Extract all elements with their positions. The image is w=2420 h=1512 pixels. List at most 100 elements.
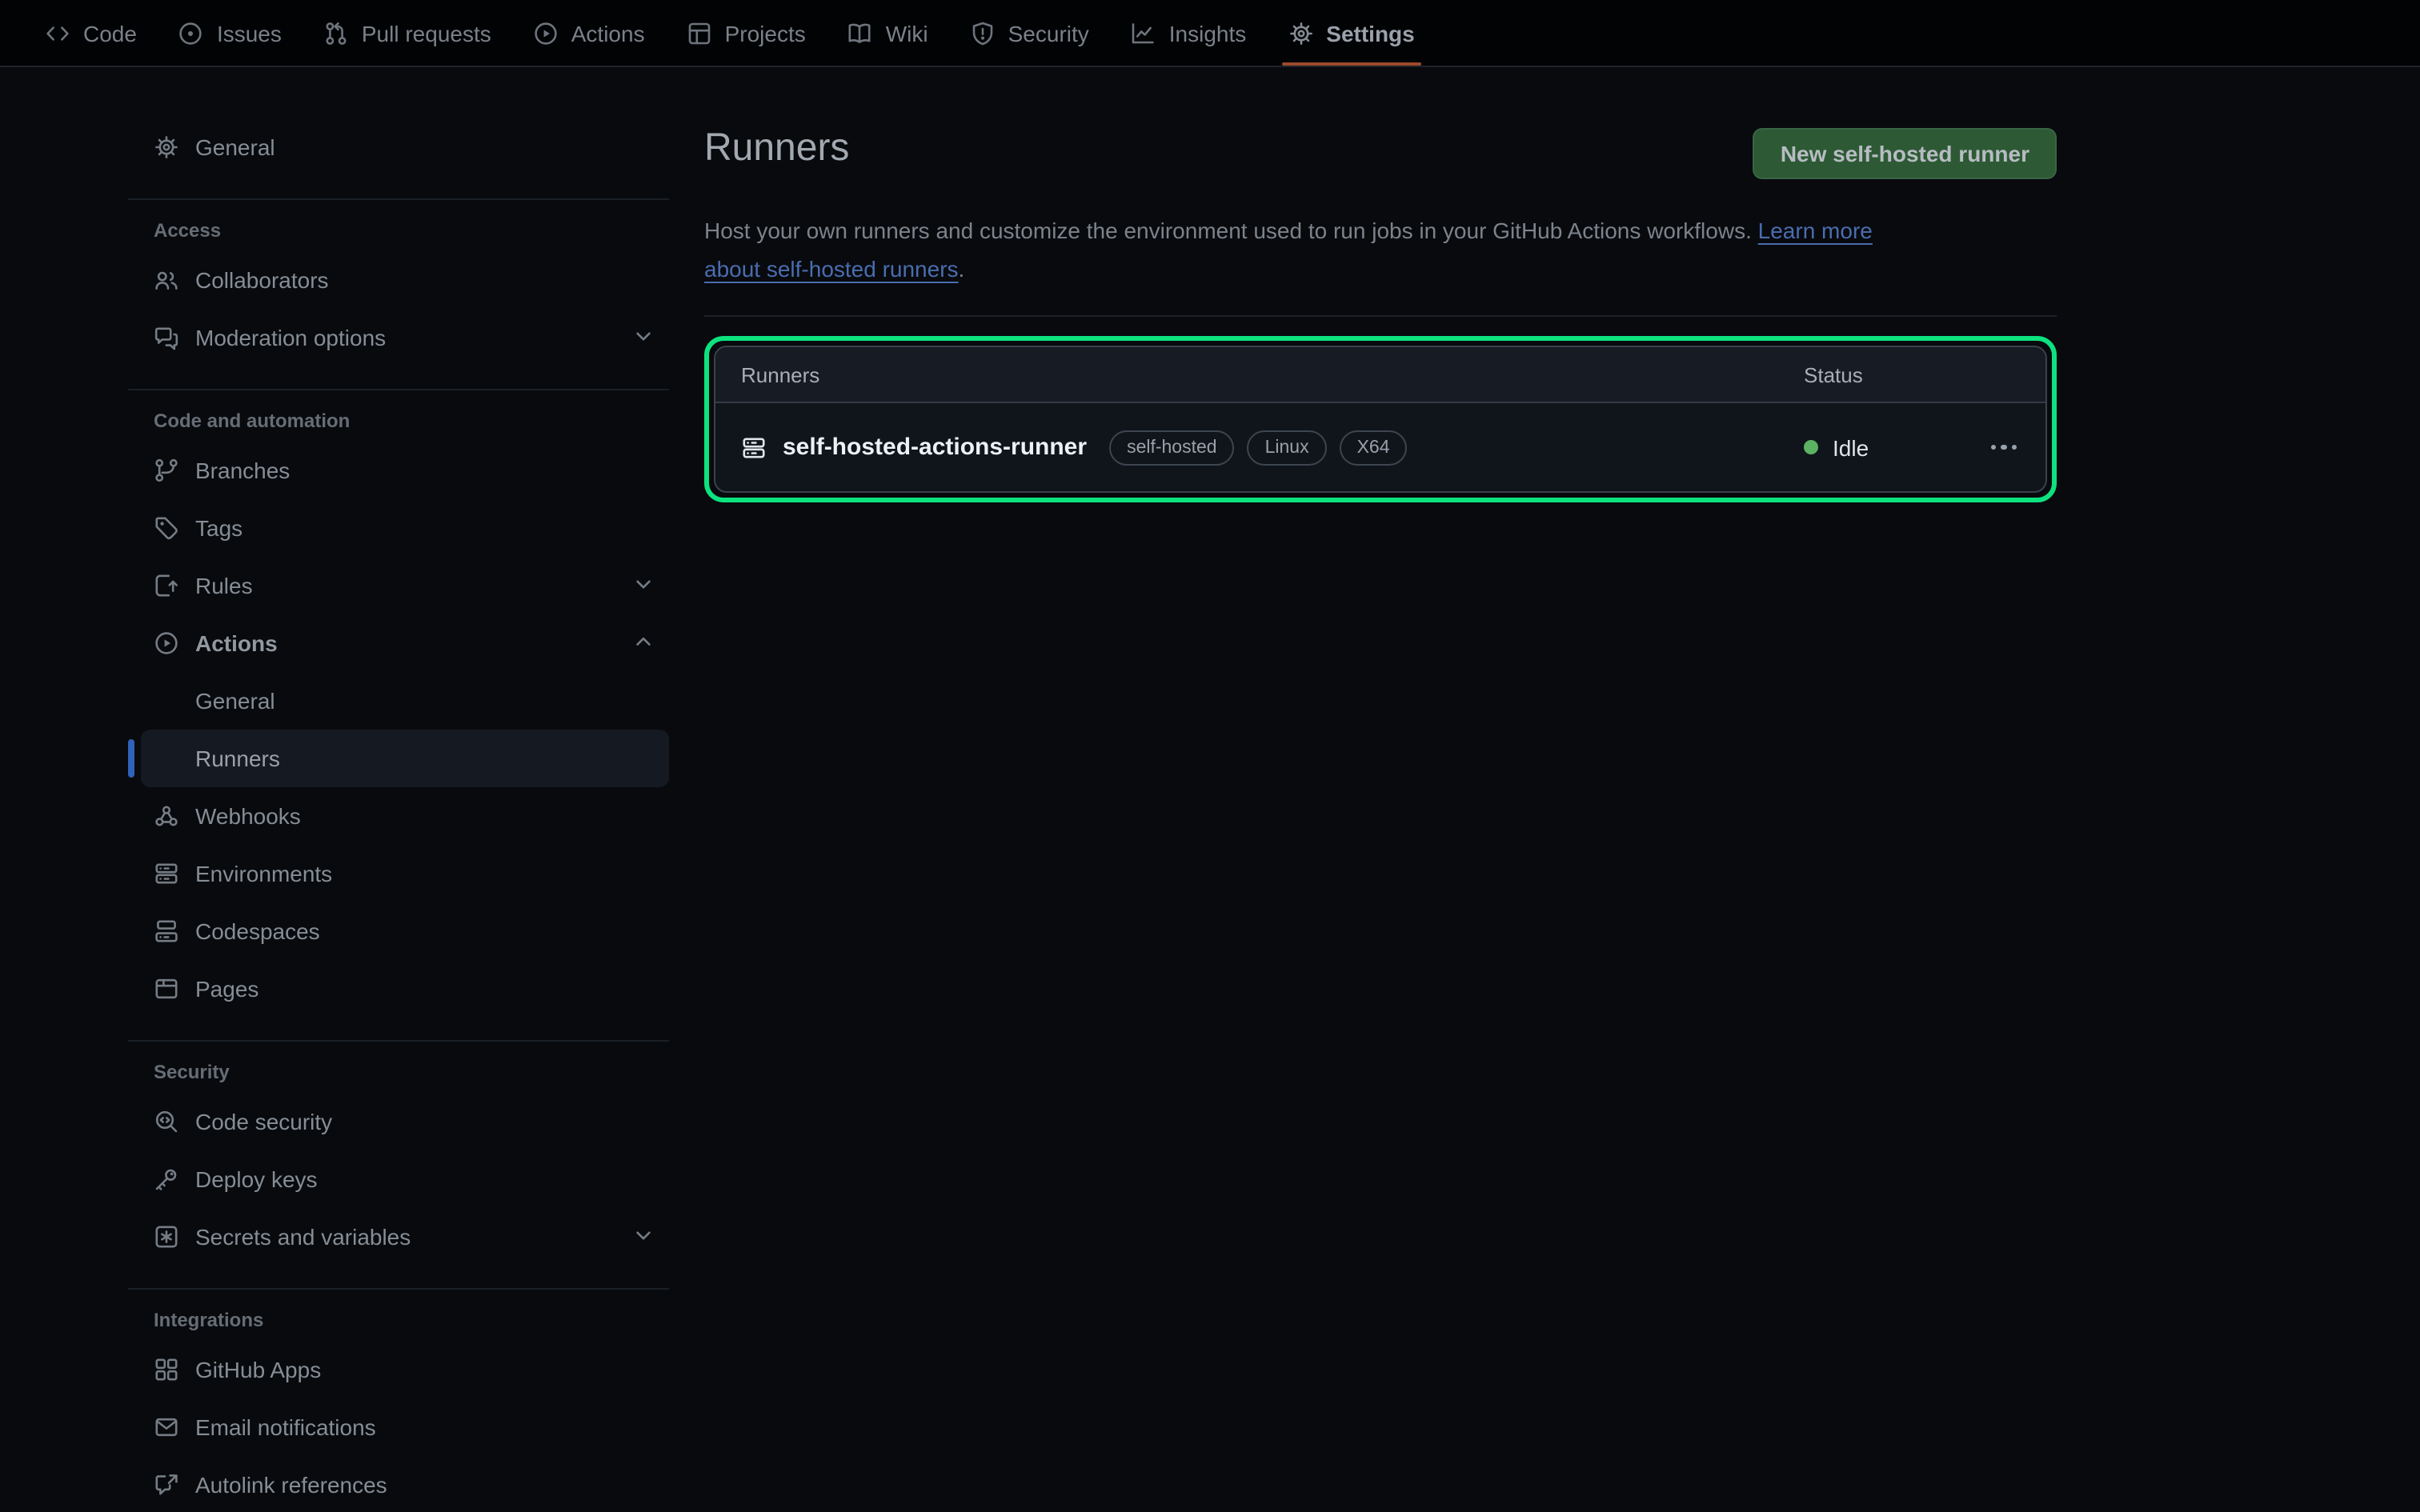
sidebar-item-github-apps[interactable]: GitHub Apps bbox=[141, 1341, 669, 1398]
settings-layout: GeneralAccessCollaboratorsModeration opt… bbox=[0, 67, 2420, 1512]
sidebar-item-label: Code security bbox=[195, 1109, 332, 1134]
sidebar-item-runners[interactable]: Runners bbox=[141, 730, 669, 787]
sidebar-item-label: Secrets and variables bbox=[195, 1224, 411, 1250]
chevron-down-icon bbox=[631, 322, 656, 348]
chevron-up-icon bbox=[631, 628, 656, 654]
page-title: Runners bbox=[704, 125, 849, 173]
table-header-runners: Runners bbox=[741, 362, 1804, 386]
description-period: . bbox=[959, 256, 965, 282]
nav-item-label: Pull requests bbox=[362, 20, 491, 46]
git-branch-icon bbox=[154, 458, 179, 483]
nav-item-label: Issues bbox=[217, 20, 282, 46]
sidebar-item-collaborators[interactable]: Collaborators bbox=[141, 251, 669, 309]
browser-icon bbox=[154, 976, 179, 1002]
sidebar-item-label: Deploy keys bbox=[195, 1166, 318, 1192]
nav-item-security[interactable]: Security bbox=[951, 0, 1108, 66]
top-nav: Code Issues Pull requests Actions Projects Wi… bbox=[0, 0, 2420, 67]
comment-discussion-icon bbox=[154, 325, 179, 350]
sidebar-item-label: Webhooks bbox=[195, 803, 301, 829]
key-asterisk-icon bbox=[154, 1224, 179, 1250]
description-text: Host your own runners and customize the … bbox=[704, 218, 1752, 243]
sidebar-item-pages[interactable]: Pages bbox=[141, 960, 669, 1018]
play-icon bbox=[533, 20, 559, 46]
gear-icon bbox=[1288, 20, 1313, 46]
sidebar-divider bbox=[128, 198, 669, 200]
project-icon bbox=[687, 20, 712, 46]
sidebar-item-rules[interactable]: Rules bbox=[141, 557, 669, 614]
sidebar-item-deploy-keys[interactable]: Deploy keys bbox=[141, 1150, 669, 1208]
nav-item-code[interactable]: Code bbox=[26, 0, 156, 66]
sidebar-item-label: General bbox=[195, 688, 275, 714]
codespaces-icon bbox=[154, 918, 179, 944]
nav-item-insights[interactable]: Insights bbox=[1112, 0, 1266, 66]
nav-item-label: Projects bbox=[725, 20, 806, 46]
runner-label-pill-x64: X64 bbox=[1340, 430, 1408, 465]
nav-item-issues[interactable]: Issues bbox=[159, 0, 301, 66]
code-icon bbox=[45, 20, 70, 46]
runner-labels: self-hosted Linux X64 bbox=[1109, 430, 1407, 465]
code-scan-icon bbox=[154, 1109, 179, 1134]
nav-item-projects[interactable]: Projects bbox=[667, 0, 825, 66]
nav-item-label: Security bbox=[1008, 20, 1089, 46]
sidebar-item-label: Tags bbox=[195, 515, 242, 541]
runners-description: Host your own runners and customize the … bbox=[704, 211, 2057, 288]
sidebar-item-label: Rules bbox=[195, 573, 253, 598]
sidebar-item-webhooks[interactable]: Webhooks bbox=[141, 787, 669, 845]
kebab-horizontal-icon[interactable] bbox=[1987, 438, 2020, 457]
nav-item-actions[interactable]: Actions bbox=[514, 0, 664, 66]
runners-table: Runners Status self-hosted-actions-runne… bbox=[714, 346, 2047, 493]
sidebar-divider bbox=[128, 389, 669, 390]
gear-icon bbox=[154, 134, 179, 160]
runner-label-pill-linux: Linux bbox=[1248, 430, 1327, 465]
sidebar-item-tags[interactable]: Tags bbox=[141, 499, 669, 557]
sidebar-item-actions[interactable]: Actions bbox=[141, 614, 669, 672]
issue-opened-icon bbox=[178, 20, 204, 46]
webhook-icon bbox=[154, 803, 179, 829]
chevron-down-icon bbox=[631, 1222, 656, 1247]
sidebar-divider bbox=[128, 1288, 669, 1290]
github-settings-page: Code Issues Pull requests Actions Projects Wi… bbox=[0, 0, 2420, 1512]
nav-item-settings[interactable]: Settings bbox=[1268, 0, 1433, 66]
sidebar-item-moderation-options[interactable]: Moderation options bbox=[141, 309, 669, 366]
runner-status-cell: Idle bbox=[1804, 434, 1956, 460]
nav-item-label: Insights bbox=[1169, 20, 1247, 46]
sidebar-item-general[interactable]: General bbox=[141, 672, 669, 730]
sidebar-item-label: Actions bbox=[195, 630, 278, 656]
sidebar-item-secrets-and-variables[interactable]: Secrets and variables bbox=[141, 1208, 669, 1266]
sidebar-item-label: GitHub Apps bbox=[195, 1357, 321, 1382]
sidebar-item-branches[interactable]: Branches bbox=[141, 442, 669, 499]
section-divider bbox=[704, 315, 2057, 317]
server-icon bbox=[741, 434, 767, 460]
runners-content: Runners New self-hosted runner Host your… bbox=[704, 67, 2057, 502]
shield-icon bbox=[970, 20, 996, 46]
chevron-down-icon bbox=[631, 570, 656, 596]
sidebar-item-label: Runners bbox=[195, 746, 280, 771]
sidebar-item-environments[interactable]: Environments bbox=[141, 845, 669, 902]
nav-item-pull-requests[interactable]: Pull requests bbox=[304, 0, 511, 66]
sidebar-item-label: Email notifications bbox=[195, 1414, 376, 1440]
runner-label-pill-self-hosted: self-hosted bbox=[1109, 430, 1235, 465]
git-pull-request-icon bbox=[323, 20, 349, 46]
nav-item-label: Settings bbox=[1326, 20, 1414, 46]
sidebar-item-general[interactable]: General bbox=[141, 118, 669, 176]
tag-icon bbox=[154, 515, 179, 541]
sidebar-item-autolink-references[interactable]: Autolink references bbox=[141, 1456, 669, 1512]
table-header-row: Runners Status bbox=[715, 347, 2045, 403]
sidebar-item-label: Codespaces bbox=[195, 918, 320, 944]
nav-item-wiki[interactable]: Wiki bbox=[828, 0, 948, 66]
nav-item-label: Wiki bbox=[886, 20, 928, 46]
mail-icon bbox=[154, 1414, 179, 1440]
sidebar-item-label: Autolink references bbox=[195, 1472, 387, 1498]
status-text: Idle bbox=[1833, 434, 1869, 460]
sidebar-item-email-notifications[interactable]: Email notifications bbox=[141, 1398, 669, 1456]
sidebar-divider bbox=[128, 1040, 669, 1042]
sidebar-item-codespaces[interactable]: Codespaces bbox=[141, 902, 669, 960]
sidebar-section-title-security: Security bbox=[141, 1061, 669, 1083]
sidebar-section-title-code-and-automation: Code and automation bbox=[141, 410, 669, 432]
status-dot bbox=[1804, 440, 1818, 454]
runner-name: self-hosted-actions-runner bbox=[783, 434, 1087, 461]
server-icon bbox=[154, 861, 179, 886]
new-self-hosted-runner-button[interactable]: New self-hosted runner bbox=[1753, 128, 2057, 179]
sidebar-item-code-security[interactable]: Code security bbox=[141, 1093, 669, 1150]
book-icon bbox=[847, 20, 873, 46]
